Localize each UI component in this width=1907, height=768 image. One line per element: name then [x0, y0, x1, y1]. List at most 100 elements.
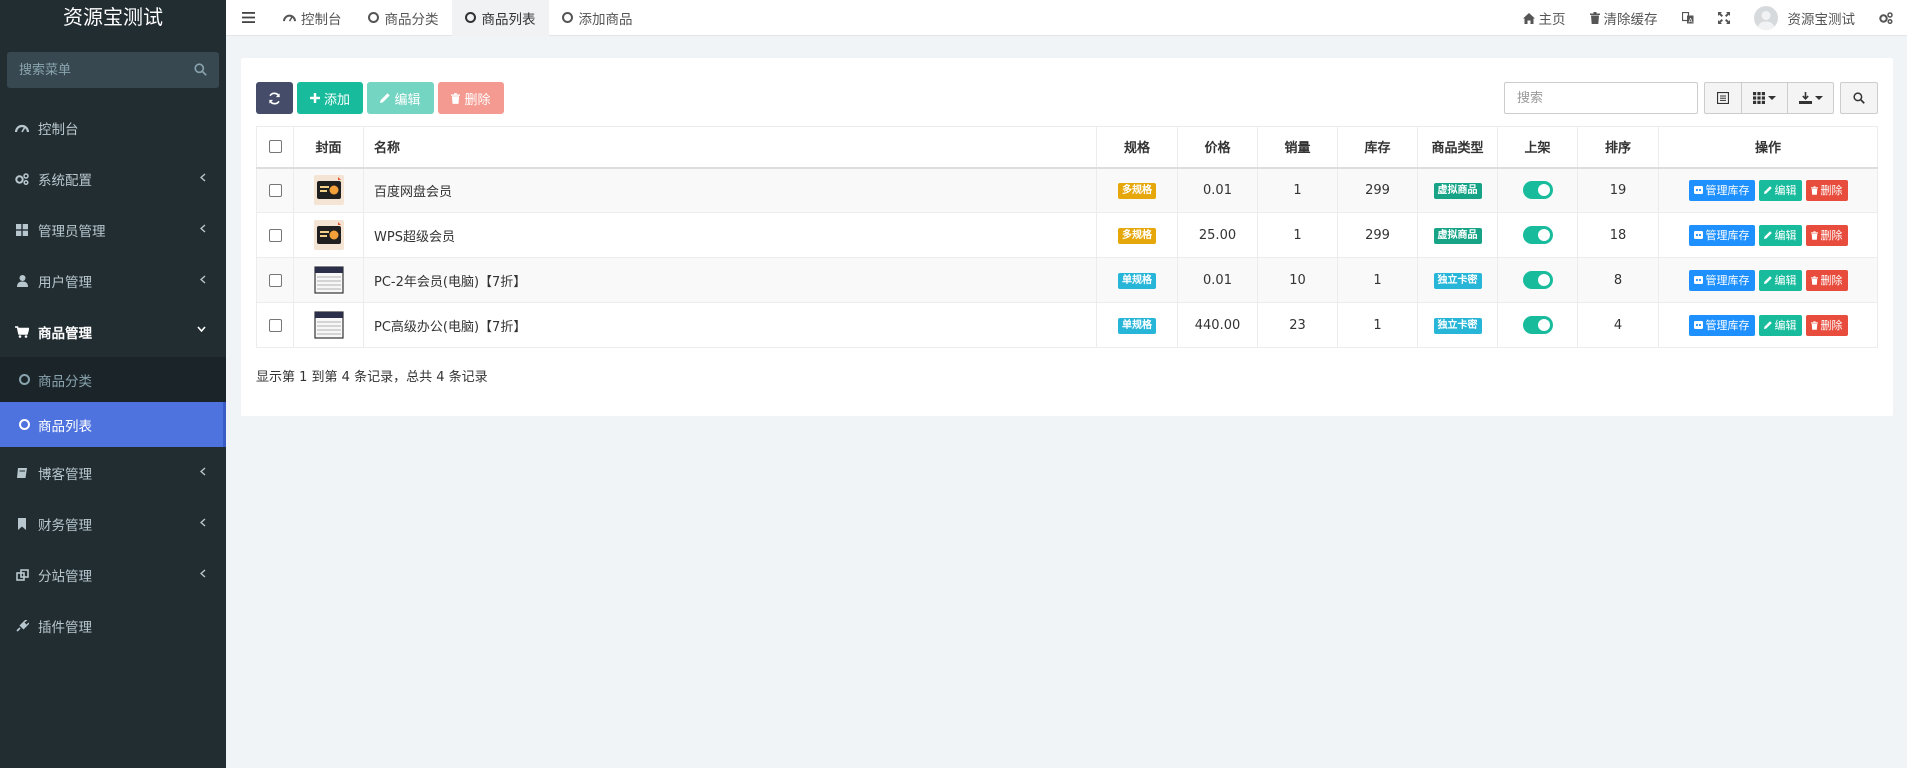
header-sort[interactable]: 排序: [1577, 126, 1659, 169]
sidebar-item-products[interactable]: 商品管理: [0, 306, 226, 357]
row-delete-label: 删除: [1820, 274, 1843, 287]
edit-button[interactable]: 编辑: [367, 82, 434, 114]
home-icon: [1522, 12, 1535, 24]
on-shelf-toggle[interactable]: [1522, 271, 1553, 289]
refresh-button[interactable]: [256, 82, 293, 114]
delete-button[interactable]: 删除: [438, 82, 504, 114]
row-edit-button[interactable]: 编辑: [1758, 314, 1802, 336]
product-thumbnail[interactable]: [313, 310, 344, 340]
top-navbar: 控制台 商品分类 商品列表 添加商品 主页 清除缓存 A 资源宝测试: [226, 0, 1907, 36]
sidebar-item-substation[interactable]: 分站管理: [0, 549, 226, 600]
sidebar-item-dashboard[interactable]: 控制台: [0, 102, 226, 153]
advanced-search-button[interactable]: [1840, 82, 1878, 114]
sidebar-item-label: 插件管理: [38, 619, 92, 636]
search-icon[interactable]: [194, 63, 207, 76]
chevron-left-icon: [200, 569, 206, 578]
table-search-input[interactable]: [1504, 82, 1698, 114]
on-shelf-toggle[interactable]: [1522, 181, 1553, 200]
product-thumbnail[interactable]: [313, 175, 344, 206]
header-type[interactable]: 商品类型: [1417, 126, 1498, 169]
product-thumbnail[interactable]: [313, 265, 344, 295]
tab-label: 商品分类: [384, 11, 439, 28]
toggle-view-button[interactable]: [1704, 82, 1742, 114]
type-badge: 独立卡密: [1433, 272, 1482, 289]
product-name: WPS超级会员: [363, 212, 1097, 258]
add-button[interactable]: 添加: [297, 82, 363, 114]
content-panel: 添加 编辑 删除 封面: [241, 58, 1893, 416]
row-delete-button[interactable]: 删除: [1805, 224, 1848, 246]
manage-stock-button[interactable]: 管理库存: [1688, 179, 1755, 201]
row-edit-button[interactable]: 编辑: [1758, 224, 1802, 246]
row-delete-button[interactable]: 删除: [1805, 314, 1848, 336]
fullscreen-button[interactable]: [1706, 0, 1742, 36]
stock-icon: [1693, 231, 1703, 239]
tab-categories[interactable]: 商品分类: [355, 0, 452, 36]
spec-badge: 多规格: [1118, 227, 1156, 244]
on-shelf-toggle[interactable]: [1522, 316, 1553, 334]
trash-icon: [1810, 275, 1818, 285]
header-on-shelf[interactable]: 上架: [1497, 126, 1578, 169]
row-checkbox[interactable]: [268, 183, 282, 197]
row-delete-button[interactable]: 删除: [1805, 269, 1848, 291]
operations-cell: 管理库存 编辑 删除: [1658, 212, 1878, 258]
price-cell: 0.01: [1177, 167, 1258, 213]
menu-toggle-icon[interactable]: [226, 0, 270, 36]
header-stock[interactable]: 库存: [1337, 126, 1418, 169]
row-edit-button[interactable]: 编辑: [1758, 269, 1802, 291]
clear-cache-button[interactable]: 清除缓存: [1578, 0, 1670, 36]
tab-add-product[interactable]: 添加商品: [549, 0, 646, 36]
pagination-summary: 显示第 1 到第 4 条记录，总共 4 条记录: [256, 370, 488, 385]
on-shelf-cell: [1497, 257, 1578, 303]
user-menu[interactable]: 资源宝测试: [1742, 0, 1868, 36]
header-price[interactable]: 价格: [1177, 126, 1258, 169]
header-cover[interactable]: 封面: [293, 126, 364, 169]
tab-dashboard[interactable]: 控制台: [270, 0, 355, 36]
cover-cell: [293, 212, 364, 258]
app-logo[interactable]: 资源宝测试: [0, 0, 226, 36]
manage-stock-button[interactable]: 管理库存: [1688, 224, 1755, 246]
menu-search-input[interactable]: [7, 52, 219, 88]
sidebar-subitem-product-list[interactable]: 商品列表: [0, 402, 226, 447]
row-checkbox[interactable]: [268, 318, 282, 332]
on-shelf-cell: [1497, 167, 1578, 213]
header-spec[interactable]: 规格: [1096, 126, 1178, 169]
trash-icon: [1589, 12, 1600, 24]
columns-button[interactable]: [1742, 82, 1788, 114]
row-edit-button[interactable]: 编辑: [1758, 179, 1802, 201]
spec-badge: 多规格: [1118, 182, 1156, 199]
row-checkbox[interactable]: [268, 273, 282, 287]
header-sales[interactable]: 销量: [1257, 126, 1338, 169]
export-button[interactable]: [1788, 82, 1834, 114]
sidebar-item-users[interactable]: 用户管理: [0, 255, 226, 306]
product-thumbnail[interactable]: [313, 220, 344, 250]
chevron-left-icon: [200, 173, 206, 182]
sidebar-item-finance[interactable]: 财务管理: [0, 498, 226, 549]
refresh-icon: [268, 92, 281, 105]
row-edit-label: 编辑: [1774, 229, 1797, 242]
bookmark-icon: [14, 516, 30, 532]
sidebar-item-system-config[interactable]: 系统配置: [0, 153, 226, 204]
tab-label: 添加商品: [578, 11, 633, 28]
clone-icon: [14, 567, 30, 583]
header-name[interactable]: 名称: [363, 126, 1097, 169]
price-cell: 0.01: [1177, 257, 1258, 303]
spec-badge: 单规格: [1118, 272, 1156, 289]
row-delete-label: 删除: [1820, 229, 1843, 242]
product-name: 百度网盘会员: [363, 167, 1097, 213]
home-link[interactable]: 主页: [1511, 0, 1578, 36]
manage-stock-button[interactable]: 管理库存: [1688, 269, 1755, 291]
on-shelf-toggle[interactable]: [1522, 226, 1553, 244]
sidebar-item-admin[interactable]: 管理员管理: [0, 204, 226, 255]
sidebar-item-blog[interactable]: 博客管理: [0, 447, 226, 498]
cover-cell: [293, 167, 364, 213]
language-button[interactable]: A: [1670, 0, 1706, 36]
sidebar-item-plugins[interactable]: 插件管理: [0, 600, 226, 651]
manage-stock-button[interactable]: 管理库存: [1688, 314, 1755, 336]
on-shelf-cell: [1497, 302, 1578, 348]
select-all-checkbox[interactable]: [268, 140, 282, 154]
tab-product-list[interactable]: 商品列表: [451, 0, 549, 36]
row-delete-button[interactable]: 删除: [1805, 179, 1848, 201]
row-checkbox[interactable]: [268, 228, 282, 242]
sidebar-subitem-categories[interactable]: 商品分类: [0, 357, 226, 402]
settings-button[interactable]: [1867, 0, 1907, 36]
